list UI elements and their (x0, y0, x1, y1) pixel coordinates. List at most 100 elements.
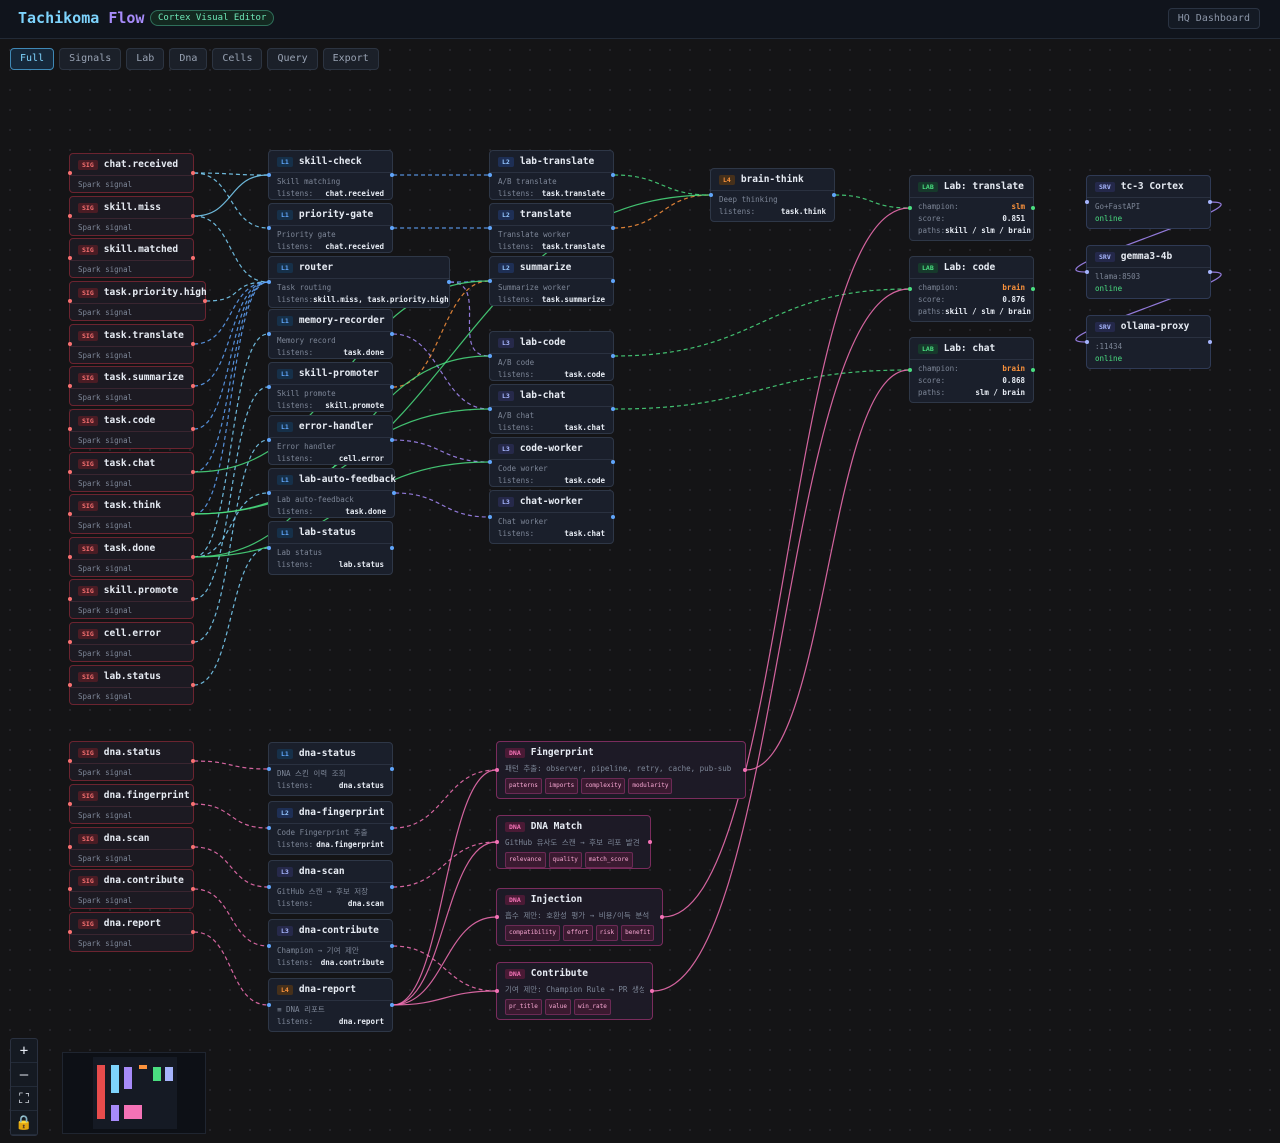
signal-node-cell-error[interactable]: SIG cell.error Spark signal (68, 622, 195, 662)
cell-node-dna-fingerprint-cell[interactable]: L2 dna-fingerprint Code Fingerprint 추출 list… (267, 801, 394, 855)
signal-node-dna-contribute[interactable]: SIG dna.contribute Spark signal (68, 869, 195, 909)
output-port[interactable] (191, 887, 195, 891)
input-port[interactable] (267, 491, 271, 495)
output-port[interactable] (390, 944, 394, 948)
output-port[interactable] (191, 597, 195, 601)
input-port[interactable] (68, 597, 72, 601)
output-port[interactable] (191, 845, 195, 849)
input-port[interactable] (68, 256, 72, 260)
output-port[interactable] (1208, 270, 1212, 274)
input-port[interactable] (68, 470, 72, 474)
input-port[interactable] (1085, 340, 1089, 344)
output-port[interactable] (191, 384, 195, 388)
input-port[interactable] (267, 944, 271, 948)
output-port[interactable] (390, 767, 394, 771)
signal-node-skill-promote[interactable]: SIG skill.promote Spark signal (68, 579, 195, 619)
input-port[interactable] (267, 173, 271, 177)
output-port[interactable] (390, 332, 394, 336)
signal-node-task-done[interactable]: SIG task.done Spark signal (68, 537, 195, 577)
cell-node-memory-recorder[interactable]: L1 memory-recorder Memory record listens: ta… (267, 309, 394, 359)
input-port[interactable] (267, 826, 271, 830)
input-port[interactable] (488, 226, 492, 230)
input-port[interactable] (68, 427, 72, 431)
output-port[interactable] (648, 840, 652, 844)
output-port[interactable] (191, 759, 195, 763)
input-port[interactable] (267, 546, 271, 550)
cell-node-lab-status-cell[interactable]: L1 lab-status Lab status listens: lab.status (267, 521, 394, 575)
output-port[interactable] (611, 460, 615, 464)
output-port[interactable] (390, 385, 394, 389)
input-port[interactable] (68, 299, 72, 303)
cell-node-lab-auto-feedback[interactable]: L1 lab-auto-feedback Lab auto-feedback list… (267, 468, 396, 518)
output-port[interactable] (392, 491, 396, 495)
output-port[interactable] (390, 226, 394, 230)
output-port[interactable] (1031, 287, 1035, 291)
output-port[interactable] (611, 354, 615, 358)
minimap[interactable] (62, 1052, 206, 1134)
server-node-ollama[interactable]: SRV ollama-proxy:11434 online (1085, 315, 1212, 369)
input-port[interactable] (68, 930, 72, 934)
cell-node-lab-chat[interactable]: L3 lab-chat A/B chat listens: task.chat (488, 384, 615, 434)
output-port[interactable] (1208, 340, 1212, 344)
input-port[interactable] (267, 767, 271, 771)
signal-node-lab-status[interactable]: SIG lab.status Spark signal (68, 665, 195, 705)
signal-node-task-priority-high[interactable]: SIG task.priority.high Spark signal (68, 281, 207, 321)
input-port[interactable] (488, 407, 492, 411)
output-port[interactable] (390, 438, 394, 442)
input-port[interactable] (908, 206, 912, 210)
output-port[interactable] (390, 1003, 394, 1007)
output-port[interactable] (390, 546, 394, 550)
input-port[interactable] (68, 384, 72, 388)
output-port[interactable] (611, 226, 615, 230)
output-port[interactable] (390, 826, 394, 830)
cell-node-code-worker[interactable]: L3 code-worker Code worker listens: task.cod… (488, 437, 615, 487)
input-port[interactable] (68, 802, 72, 806)
input-port[interactable] (488, 173, 492, 177)
dna-node-dna-match[interactable]: DNA DNA Match GitHub 유사도 스캔 → 후보 리포 발견 rele… (495, 815, 652, 869)
input-port[interactable] (908, 368, 912, 372)
lock-button[interactable]: 🔒 (11, 1111, 37, 1135)
output-port[interactable] (611, 407, 615, 411)
fit-view-button[interactable]: ⛶ (11, 1087, 37, 1111)
output-port[interactable] (660, 915, 664, 919)
cell-node-lab-translate[interactable]: L2 lab-translate A/B translate listens: task… (488, 150, 615, 200)
input-port[interactable] (495, 989, 499, 993)
input-port[interactable] (267, 226, 271, 230)
input-port[interactable] (488, 515, 492, 519)
cell-node-chat-worker[interactable]: L3 chat-worker Chat worker listens: task.cha… (488, 490, 615, 544)
output-port[interactable] (191, 683, 195, 687)
signal-node-chat-received[interactable]: SIG chat.received Spark signal (68, 153, 195, 193)
output-port[interactable] (191, 256, 195, 260)
cell-node-error-handler[interactable]: L1 error-handler Error handler listens: cell… (267, 415, 394, 465)
server-node-tc3[interactable]: SRV tc-3 Cortex Go+FastAPI online (1085, 175, 1212, 229)
output-port[interactable] (191, 802, 195, 806)
output-port[interactable] (191, 470, 195, 474)
input-port[interactable] (908, 287, 912, 291)
input-port[interactable] (68, 512, 72, 516)
input-port[interactable] (488, 460, 492, 464)
signal-node-task-code[interactable]: SIG task.code Spark signal (68, 409, 195, 449)
zoom-out-button[interactable]: — (11, 1063, 37, 1087)
signal-node-skill-matched[interactable]: SIG skill.matched Spark signal (68, 238, 195, 278)
signal-node-task-translate[interactable]: SIG task.translate Spark signal (68, 324, 195, 364)
input-port[interactable] (267, 885, 271, 889)
output-port[interactable] (390, 885, 394, 889)
output-port[interactable] (447, 280, 451, 284)
input-port[interactable] (68, 555, 72, 559)
output-port[interactable] (203, 299, 207, 303)
output-port[interactable] (611, 515, 615, 519)
cell-node-brain-think[interactable]: L4 brain-think Deep thinking listens: task.t… (709, 168, 836, 222)
cell-node-translate[interactable]: L2 translate Translate worker listens: task.… (488, 203, 615, 253)
input-port[interactable] (68, 683, 72, 687)
cell-node-skill-promoter[interactable]: L1 skill-promoter Skill promote listens: ski… (267, 362, 394, 412)
input-port[interactable] (488, 354, 492, 358)
output-port[interactable] (650, 989, 654, 993)
input-port[interactable] (495, 768, 499, 772)
signal-node-dna-status[interactable]: SIG dna.status Spark signal (68, 741, 195, 781)
output-port[interactable] (191, 214, 195, 218)
input-port[interactable] (68, 171, 72, 175)
cell-node-dna-report-cell[interactable]: L4 dna-report ≡ DNA 리포트 listens: dna.report (267, 978, 394, 1032)
input-port[interactable] (267, 385, 271, 389)
input-port[interactable] (267, 438, 271, 442)
output-port[interactable] (191, 427, 195, 431)
